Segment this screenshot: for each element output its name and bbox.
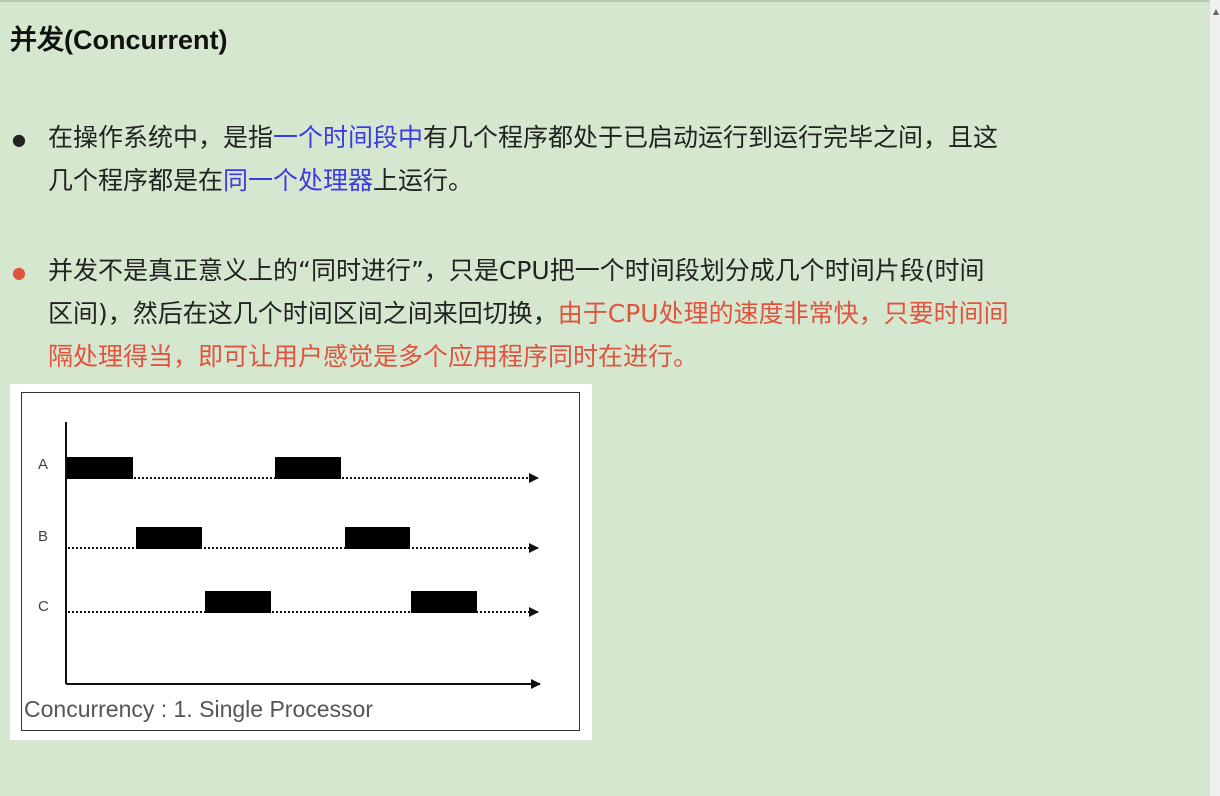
block-b-1	[136, 527, 202, 549]
bullet-paragraph-2: 并发不是真正意义上的“同时进行”，只是CPU把一个时间段划分成几个时间片段(时间…	[48, 249, 1208, 378]
page-title: 并发(Concurrent)	[10, 25, 228, 55]
scroll-up-icon[interactable]: ▲	[1213, 8, 1219, 16]
text-line: 并发不是真正意义上的“同时进行”，只是CPU把一个时间段划分成几个时间片段(时间	[48, 256, 985, 285]
timeline-diagram	[65, 422, 541, 689]
text-segment: 在操作系统中，是指	[48, 123, 274, 152]
bullet-dot-icon: ●	[12, 130, 26, 149]
text-segment: 有几个程序都处于已启动运行到运行完毕之间，且这	[423, 123, 999, 152]
row-label-b: B	[38, 528, 49, 545]
block-a-2	[275, 457, 341, 479]
text-segment: 几个程序都是在	[48, 166, 224, 195]
text-segment: 上运行。	[373, 166, 474, 195]
highlight-time-period: 一个时间段中	[273, 123, 424, 152]
bullet-paragraph-1: 在操作系统中，是指一个时间段中有几个程序都处于已启动运行到运行完毕之间，且这 几…	[48, 116, 1208, 202]
row-label-a: A	[38, 456, 49, 473]
block-b-2	[345, 527, 410, 549]
highlight-cpu-speed: 由于CPU处理的速度非常快，只要时间间	[557, 299, 1009, 328]
text-segment: 区间)，然后在这几个时间区间之间来回切换，	[48, 299, 558, 328]
block-c-1	[205, 591, 271, 613]
bullet-dot-icon: ●	[12, 263, 26, 282]
block-c-2	[411, 591, 477, 613]
top-border	[0, 0, 1220, 2]
highlight-user-perception: 隔处理得当，即可让用户感觉是多个应用程序同时在进行。	[48, 342, 699, 371]
figure-caption: Concurrency : 1. Single Processor	[24, 696, 373, 722]
row-label-c: C	[38, 598, 49, 615]
concurrency-figure: A B C Concurrency : 1. Single Processor	[10, 384, 592, 740]
block-a-1	[67, 457, 133, 479]
highlight-same-processor: 同一个处理器	[223, 166, 374, 195]
vertical-scrollbar[interactable]: ▲	[1209, 0, 1220, 796]
